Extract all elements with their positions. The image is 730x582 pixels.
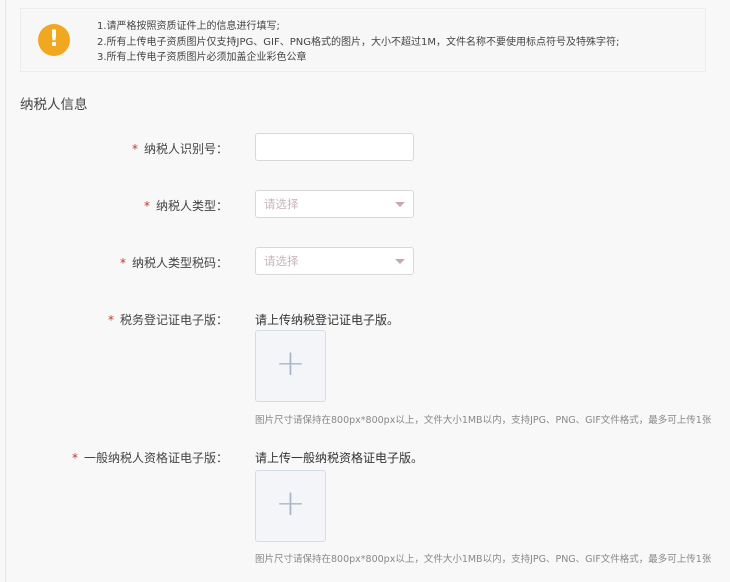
warning-icon: !: [38, 24, 70, 56]
notice-line: 1.请严格按照资质证件上的信息进行填写;: [97, 21, 280, 32]
taxpayer-type-label: * 纳税人类型：: [144, 197, 228, 214]
label-text: 纳税人识别号：: [143, 142, 228, 156]
label-text: 税务登记证电子版：: [119, 313, 228, 327]
tax-cert-upload-button[interactable]: +: [255, 330, 326, 402]
taxpayer-id-label: * 纳税人识别号：: [132, 140, 228, 157]
chevron-down-icon: [395, 259, 405, 264]
required-mark: *: [107, 313, 114, 327]
tax-cert-label: * 税务登记证电子版：: [108, 311, 228, 328]
required-mark: *: [71, 451, 78, 465]
label-text: 纳税人类型税码：: [131, 256, 228, 270]
section-title: 纳税人信息: [20, 97, 88, 113]
chevron-down-icon: [395, 202, 405, 207]
general-taxpayer-cert-upload-title: 请上传一般纳税资格证电子版。: [255, 451, 424, 465]
select-placeholder: 请选择: [264, 197, 299, 211]
general-taxpayer-cert-upload-hint: 图片尺寸请保持在800px*800px以上，文件大小1MB以内，支持JPG、PN…: [255, 554, 712, 565]
notice-text: 1.请严格按照资质证件上的信息进行填写; 2.所有上传电子资质图片仅支持JPG、…: [97, 19, 619, 66]
required-mark: *: [131, 142, 138, 156]
taxpayer-type-code-label: * 纳税人类型税码：: [120, 254, 228, 271]
notice-line: 2.所有上传电子资质图片仅支持JPG、GIF、PNG格式的图片，大小不超过1M，…: [97, 36, 620, 48]
taxpayer-id-input[interactable]: [255, 133, 414, 161]
tax-cert-upload-title: 请上传纳税登记证电子版。: [255, 313, 400, 327]
plus-icon: +: [275, 343, 306, 384]
plus-icon: +: [275, 483, 306, 524]
required-mark: *: [119, 256, 126, 270]
taxpayer-type-code-select[interactable]: 请选择: [255, 247, 414, 275]
left-border: [5, 0, 6, 582]
general-taxpayer-cert-label: * 一般纳税人资格证电子版：: [72, 449, 228, 466]
label-text: 纳税人类型：: [155, 199, 228, 213]
taxpayer-type-select[interactable]: 请选择: [255, 190, 414, 218]
notice-line: 3.所有上传电子资质图片必须加盖企业彩色公章: [97, 52, 307, 63]
general-taxpayer-cert-upload-button[interactable]: +: [255, 470, 326, 542]
required-mark: *: [143, 199, 150, 213]
notice-box: ! 1.请严格按照资质证件上的信息进行填写; 2.所有上传电子资质图片仅支持JP…: [20, 8, 706, 72]
tax-cert-upload-hint: 图片尺寸请保持在800px*800px以上，文件大小1MB以内，支持JPG、PN…: [255, 415, 712, 426]
select-placeholder: 请选择: [264, 254, 299, 268]
label-text: 一般纳税人资格证电子版：: [83, 451, 228, 465]
